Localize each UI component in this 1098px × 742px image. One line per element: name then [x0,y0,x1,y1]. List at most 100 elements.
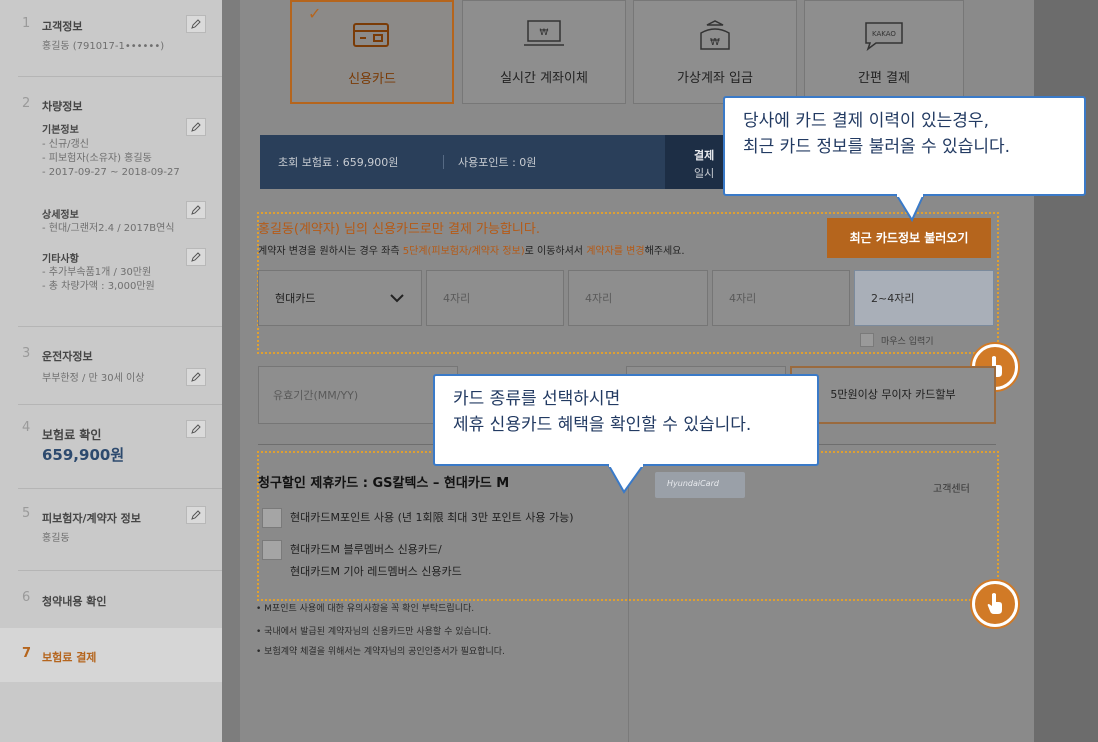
step-5-title: 피보험자/계약자 정보 [42,512,141,525]
vehicle-extra-line: - 총 차량가액 : 3,000만원 [42,281,155,292]
divider [18,488,222,489]
mouse-input-label: 마우스 입력기 [881,337,934,347]
customer-center-link[interactable]: 고객센터 [933,480,970,495]
payment-date-label: 일시 [694,167,715,180]
step-4-title: 보험료 확인 [42,428,102,442]
divider [18,570,222,571]
pencil-icon [191,372,201,382]
note-item: • 보험계약 체결을 위해서는 계약자님의 공인인증서가 필요합니다. [256,647,505,657]
tab-credit-card[interactable]: ✓ 신용카드 [290,0,454,104]
divider [18,326,222,327]
vehicle-basic-line: - 신규/갱신 [42,139,89,150]
hand-pointer-icon [987,593,1002,614]
step-1-detail: 홍길동 (791017-1••••••) [42,41,165,52]
member-card-checkbox[interactable] [262,540,282,560]
tooltip-tail [608,464,645,494]
divider [18,404,222,405]
edit-basic-info-button[interactable] [186,118,206,136]
tab-label: 간편 결제 [858,71,910,86]
points-text: 사용포인트 : 0원 [458,156,537,169]
step-6-number: 6 [22,590,31,605]
edit-detail-info-button[interactable] [186,201,206,219]
pencil-icon [191,122,201,132]
active-step-highlight [0,628,222,682]
divider [443,155,444,169]
virtual-account-icon: ₩ [700,20,730,50]
recent-card-tooltip: 당사에 카드 결제 이력이 있는경우, 최근 카드 정보를 불러올 수 있습니다… [723,96,1086,196]
tooltip-line: 제휴 신용카드 혜택을 확인할 수 있습니다. [453,415,752,435]
step-4-number: 4 [22,420,31,435]
credit-card-icon [353,23,389,47]
edit-driver-button[interactable] [186,368,206,386]
edit-customer-button[interactable] [186,15,206,33]
vehicle-detail-title: 상세정보 [42,210,79,221]
card-owner-notice: 홍길동(계약자) 님의 신용카드로만 결제 가능합니다. [258,222,540,237]
bank-transfer-icon: ₩ [524,20,564,46]
step-1-number: 1 [22,16,31,31]
step-2-number: 2 [22,96,31,111]
premium-text: 초회 보험료 : 659,900원 [278,156,399,169]
check-icon: ✓ [308,4,322,23]
pencil-icon [191,252,201,262]
step-3-detail: 부부한정 / 만 30세 이상 [42,373,145,384]
tab-simple-pay[interactable]: KAKAO 간편 결제 [804,0,964,104]
load-recent-card-button[interactable]: 최근 카드정보 불러오기 [827,218,991,258]
payment-label: 결제 [694,149,715,162]
tooltip-tail [896,194,925,222]
point-use-label: 현대카드M포인트 사용 (년 1회限 최대 3만 포인트 사용 가능) [290,511,574,524]
contractor-change-notice: 계약자 변경을 원하시는 경우 좌측 5단계(피보험자/계약자 정보)로 이동하… [258,246,685,257]
card-number-1[interactable]: 4자리 [426,270,564,326]
tab-label: 가상계좌 입금 [677,71,753,86]
interest-free-installment-button[interactable]: 5만원이상 무이자 카드할부 [790,366,996,424]
pencil-icon [191,424,201,434]
premium-amount: 659,900원 [42,446,125,464]
pencil-icon [191,205,201,215]
edit-premium-button[interactable] [186,420,206,438]
tooltip-line: 최근 카드 정보를 불러올 수 있습니다. [743,137,1011,157]
card-number-4[interactable]: 2~4자리 [854,270,994,326]
expiry-input[interactable]: 유효기간(MM/YY) [258,366,458,424]
edit-insured-button[interactable] [186,506,206,524]
svg-text:₩: ₩ [540,28,549,38]
tooltip-line: 카드 종류를 선택하시면 [453,389,621,409]
step-3-title: 운전자정보 [42,350,93,363]
tap-hint [972,581,1018,627]
point-use-checkbox[interactable] [262,508,282,528]
mouse-input-checkbox[interactable] [860,333,874,347]
vehicle-extra-line: - 추가부속품1개 / 30만원 [42,267,152,278]
svg-text:₩: ₩ [710,37,720,48]
card-type-select[interactable]: 현대카드 [258,270,422,326]
vehicle-basic-line: - 2017-09-27 ~ 2018-09-27 [42,167,180,178]
pencil-icon [191,19,201,29]
step-5-number: 5 [22,506,31,521]
card-number-3[interactable]: 4자리 [712,270,850,326]
vehicle-basic-title: 기본정보 [42,125,79,136]
tab-label: 실시간 계좌이체 [500,71,588,86]
step-5-detail: 홍길동 [42,533,70,544]
vehicle-detail-line: - 현대/그랜저2.4 / 2017B연식 [42,223,175,234]
edit-extra-info-button[interactable] [186,248,206,266]
vehicle-extra-title: 기타사항 [42,254,79,265]
progress-sidebar: 1 고객정보 홍길동 (791017-1••••••) 2 차량정보 기본정보 … [0,0,222,742]
hyundai-card-logo: HyundaiCard [655,472,745,498]
tab-label: 신용카드 [348,72,396,87]
step-1-title: 고객정보 [42,20,83,33]
tooltip-line: 당사에 카드 결제 이력이 있는경우, [743,111,989,131]
svg-text:KAKAO: KAKAO [872,30,896,38]
card-number-2[interactable]: 4자리 [568,270,708,326]
note-item: • 국내에서 발급된 계약자님의 신용카드만 사용할 수 있습니다. [256,627,492,637]
note-item: • M포인트 사용에 대한 유의사항을 꼭 확인 부탁드립니다. [256,604,475,614]
step-7-number: 7 [22,646,32,661]
step-2-title: 차량정보 [42,100,83,113]
affiliate-card-title: 청구할인 제휴카드 : GS칼텍스 – 현대카드 M [258,476,510,491]
arrow-shape [665,135,687,189]
divider [18,76,222,77]
tab-bank-transfer[interactable]: ₩ 실시간 계좌이체 [462,0,626,104]
step-3-number: 3 [22,346,31,361]
card-type-tooltip: 카드 종류를 선택하시면 제휴 신용카드 혜택을 확인할 수 있습니다. [433,374,819,466]
step-6-title: 청약내용 확인 [42,595,107,608]
member-card-label: 현대카드M 기아 레드멤버스 신용카드 [290,565,462,578]
tab-virtual-account[interactable]: ₩ 가상계좌 입금 [633,0,797,104]
step-7-title: 보험료 결제 [42,651,97,664]
kakao-chat-icon: KAKAO [865,22,903,51]
